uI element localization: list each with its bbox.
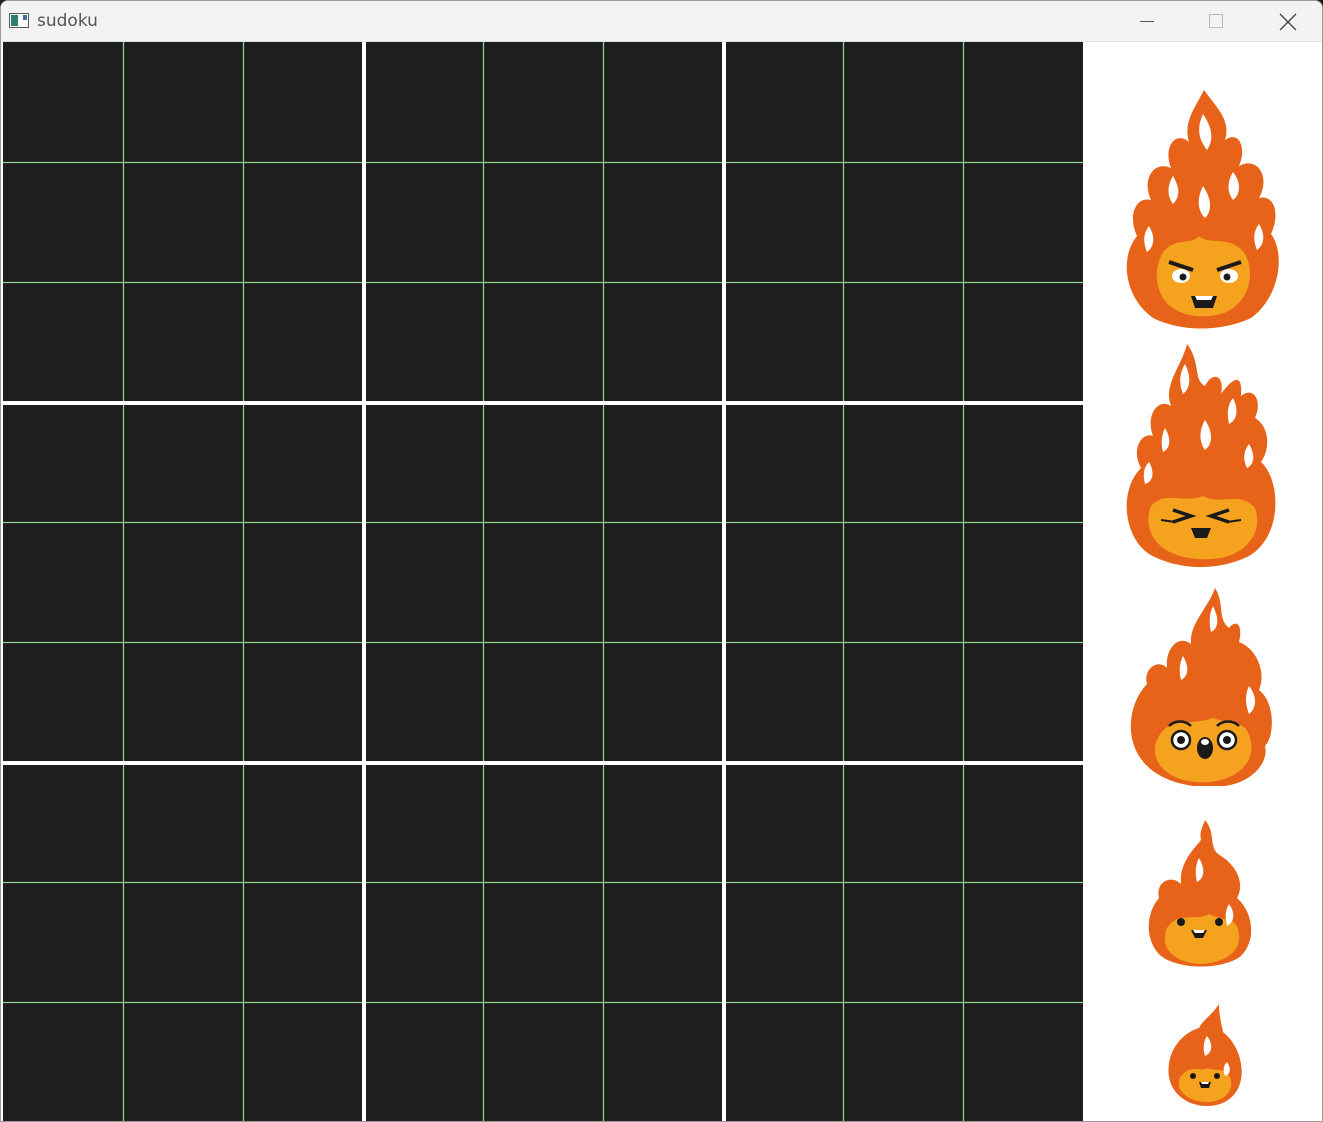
- sudoku-cell[interactable]: [723, 522, 843, 642]
- sudoku-cell[interactable]: [843, 282, 963, 402]
- sudoku-cell[interactable]: [603, 282, 723, 402]
- sudoku-cell[interactable]: [243, 402, 363, 522]
- sudoku-board: [3, 42, 1083, 1122]
- sudoku-cell[interactable]: [3, 1002, 123, 1122]
- sudoku-cell[interactable]: [243, 282, 363, 402]
- sudoku-cell[interactable]: [483, 42, 603, 162]
- sudoku-cell[interactable]: [123, 882, 243, 1002]
- title-bar[interactable]: sudoku: [1, 1, 1322, 42]
- sudoku-cell[interactable]: [363, 642, 483, 762]
- sudoku-cell[interactable]: [963, 162, 1083, 282]
- sudoku-cell[interactable]: [363, 282, 483, 402]
- sudoku-cell[interactable]: [963, 522, 1083, 642]
- sudoku-cell[interactable]: [3, 642, 123, 762]
- sudoku-cell[interactable]: [843, 522, 963, 642]
- sudoku-cell[interactable]: [843, 402, 963, 522]
- sudoku-cell[interactable]: [243, 1002, 363, 1122]
- sudoku-cell[interactable]: [243, 882, 363, 1002]
- sudoku-cell[interactable]: [123, 282, 243, 402]
- maximize-icon: [1209, 14, 1223, 28]
- sudoku-cell[interactable]: [723, 42, 843, 162]
- sudoku-cell[interactable]: [603, 642, 723, 762]
- sudoku-cell[interactable]: [363, 882, 483, 1002]
- sudoku-cell[interactable]: [123, 762, 243, 882]
- sudoku-cell[interactable]: [843, 762, 963, 882]
- app-window: sudoku: [0, 0, 1323, 1122]
- sudoku-cell[interactable]: [483, 642, 603, 762]
- sudoku-cell[interactable]: [483, 282, 603, 402]
- sudoku-cell[interactable]: [3, 762, 123, 882]
- minimize-button[interactable]: [1113, 1, 1181, 41]
- sudoku-cell[interactable]: [963, 42, 1083, 162]
- sudoku-cell[interactable]: [3, 882, 123, 1002]
- sudoku-cell[interactable]: [3, 522, 123, 642]
- sudoku-cell[interactable]: [603, 882, 723, 1002]
- sudoku-cell[interactable]: [963, 402, 1083, 522]
- sudoku-cell[interactable]: [243, 42, 363, 162]
- sudoku-cell[interactable]: [363, 762, 483, 882]
- sudoku-cell[interactable]: [123, 42, 243, 162]
- sudoku-cell[interactable]: [843, 1002, 963, 1122]
- sudoku-cell[interactable]: [603, 162, 723, 282]
- sudoku-cell[interactable]: [843, 162, 963, 282]
- close-button[interactable]: [1253, 1, 1321, 41]
- minimize-icon: [1140, 21, 1154, 22]
- sudoku-cell[interactable]: [483, 522, 603, 642]
- sudoku-cell[interactable]: [723, 762, 843, 882]
- close-icon: [1279, 13, 1297, 31]
- sudoku-cell[interactable]: [123, 162, 243, 282]
- sudoku-cell[interactable]: [843, 42, 963, 162]
- sudoku-cell[interactable]: [123, 1002, 243, 1122]
- sudoku-cell[interactable]: [603, 762, 723, 882]
- sudoku-cell[interactable]: [483, 762, 603, 882]
- sudoku-cell[interactable]: [363, 522, 483, 642]
- sudoku-cell[interactable]: [723, 162, 843, 282]
- sudoku-cell[interactable]: [843, 882, 963, 1002]
- window-title: sudoku: [37, 11, 98, 31]
- sudoku-cell[interactable]: [963, 282, 1083, 402]
- sudoku-cell[interactable]: [483, 882, 603, 1002]
- sudoku-cell[interactable]: [723, 402, 843, 522]
- sudoku-grid: [3, 42, 1083, 1122]
- angry-fire-icon: [1126, 90, 1279, 329]
- sudoku-cell[interactable]: [123, 402, 243, 522]
- sudoku-cell[interactable]: [3, 402, 123, 522]
- sudoku-cell[interactable]: [123, 522, 243, 642]
- sudoku-cell[interactable]: [243, 162, 363, 282]
- sudoku-cell[interactable]: [723, 1002, 843, 1122]
- sudoku-cell[interactable]: [483, 1002, 603, 1122]
- sudoku-cell[interactable]: [963, 642, 1083, 762]
- sudoku-cell[interactable]: [243, 762, 363, 882]
- sudoku-cell[interactable]: [363, 42, 483, 162]
- sudoku-cell[interactable]: [603, 522, 723, 642]
- sudoku-cell[interactable]: [723, 642, 843, 762]
- maximize-button[interactable]: [1182, 1, 1250, 41]
- sudoku-cell[interactable]: [483, 162, 603, 282]
- sudoku-cell[interactable]: [963, 1002, 1083, 1122]
- sudoku-cell[interactable]: [843, 642, 963, 762]
- mood-sidebar: [1083, 42, 1322, 1121]
- sudoku-cell[interactable]: [123, 642, 243, 762]
- sudoku-cell[interactable]: [3, 162, 123, 282]
- sudoku-cell[interactable]: [603, 402, 723, 522]
- sudoku-cell[interactable]: [363, 162, 483, 282]
- sudoku-cell[interactable]: [483, 402, 603, 522]
- sudoku-cell[interactable]: [603, 1002, 723, 1122]
- sudoku-cell[interactable]: [723, 882, 843, 1002]
- sudoku-cell[interactable]: [723, 282, 843, 402]
- sudoku-cell[interactable]: [3, 282, 123, 402]
- app-window-icon: [9, 13, 29, 28]
- sudoku-cell[interactable]: [363, 1002, 483, 1122]
- sudoku-cell[interactable]: [963, 882, 1083, 1002]
- sudoku-cell[interactable]: [603, 42, 723, 162]
- sudoku-cell[interactable]: [243, 522, 363, 642]
- sudoku-cell[interactable]: [3, 42, 123, 162]
- sudoku-cell[interactable]: [963, 762, 1083, 882]
- sudoku-cell[interactable]: [243, 642, 363, 762]
- sudoku-cell[interactable]: [363, 402, 483, 522]
